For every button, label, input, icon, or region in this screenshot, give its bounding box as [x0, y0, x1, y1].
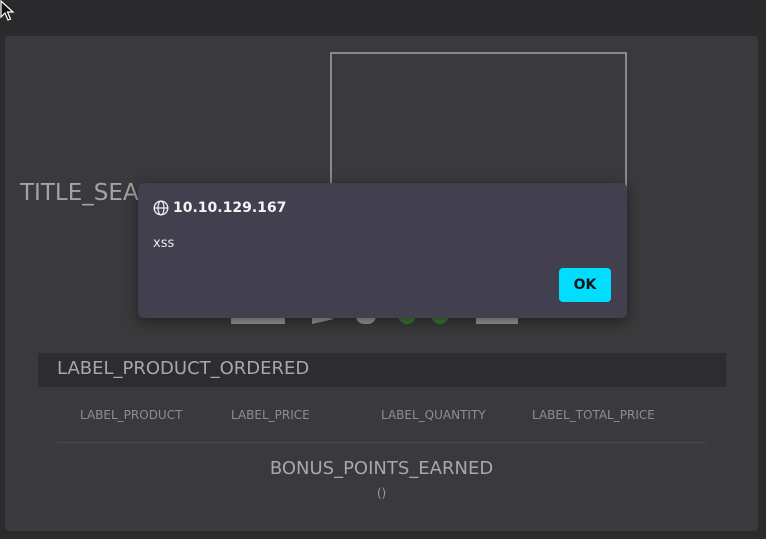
page-title: TITLE_SEARCH	[20, 180, 140, 206]
mouse-pointer-icon	[0, 0, 14, 21]
column-header-product: LABEL_PRODUCT	[80, 408, 183, 422]
divider	[57, 442, 706, 443]
bonus-points-label: BONUS_POINTS_EARNED	[269, 458, 494, 479]
dialog-origin-text: 10.10.129.167	[173, 200, 287, 216]
column-header-price: LABEL_PRICE	[231, 408, 310, 422]
product-ordered-header: LABEL_PRODUCT_ORDERED	[38, 353, 726, 387]
bonus-points-value: ()	[376, 486, 387, 500]
dialog-origin: 10.10.129.167	[153, 199, 286, 217]
alert-dialog: 10.10.129.167 xss OK	[138, 183, 627, 318]
column-header-quantity: LABEL_QUANTITY	[381, 408, 486, 422]
ok-button[interactable]: OK	[559, 268, 611, 302]
browser-top-bar	[0, 0, 766, 30]
globe-icon	[153, 200, 169, 216]
dialog-message: xss	[153, 236, 175, 251]
column-header-total-price: LABEL_TOTAL_PRICE	[532, 408, 655, 422]
section-title: LABEL_PRODUCT_ORDERED	[57, 358, 310, 379]
